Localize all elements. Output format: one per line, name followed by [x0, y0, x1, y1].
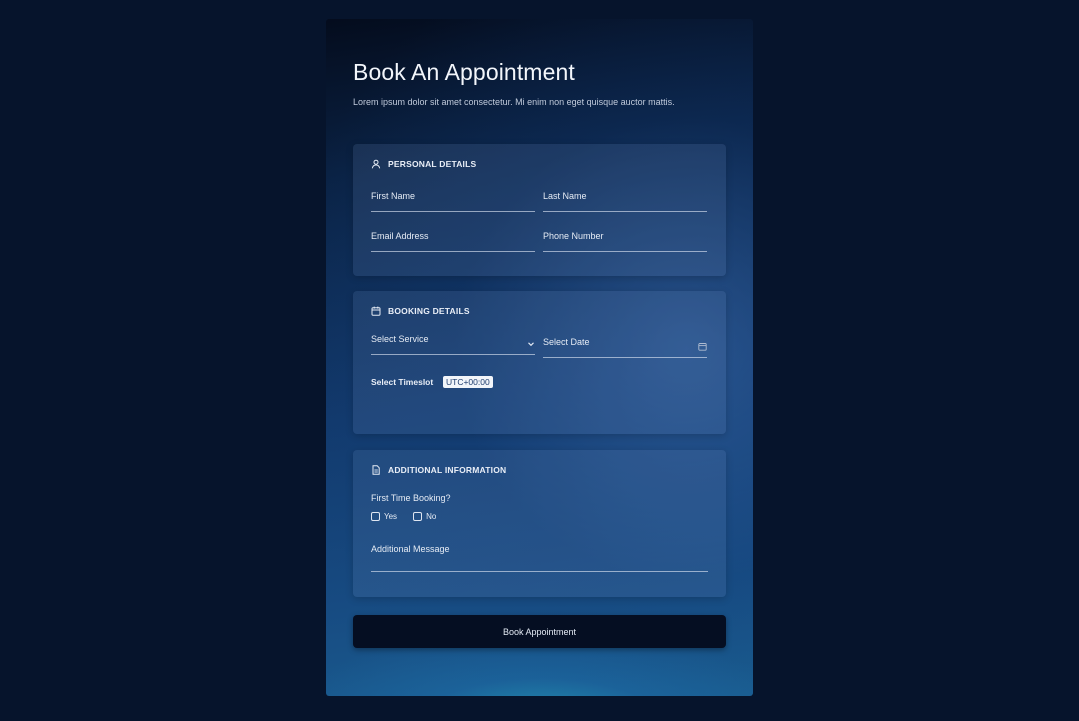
service-select[interactable]: Select Service — [371, 332, 535, 355]
yes-label: Yes — [384, 512, 398, 521]
phone-field[interactable]: Phone Number — [543, 229, 707, 252]
book-appointment-button[interactable]: Book Appointment — [353, 615, 726, 648]
booking-details-heading: BOOKING DETAILS — [388, 306, 470, 316]
first-time-question: First Time Booking? — [371, 493, 451, 503]
additional-information-heading: ADDITIONAL INFORMATION — [388, 465, 507, 475]
no-checkbox[interactable]: No — [413, 512, 436, 521]
personal-details-heading: PERSONAL DETAILS — [388, 159, 477, 169]
appointment-card: Book An Appointment Lorem ipsum dolor si… — [326, 19, 753, 696]
last-name-label: Last Name — [543, 191, 587, 201]
calendar-icon — [371, 306, 381, 316]
date-picker-field[interactable]: Select Date — [543, 335, 707, 358]
booking-details-header: BOOKING DETAILS — [371, 306, 470, 316]
no-label: No — [426, 512, 437, 521]
last-name-field[interactable]: Last Name — [543, 189, 707, 212]
yes-checkbox-box[interactable] — [371, 512, 380, 521]
date-label: Select Date — [543, 337, 590, 347]
page: Book An Appointment Lorem ipsum dolor si… — [0, 0, 1079, 721]
personal-details-header: PERSONAL DETAILS — [371, 159, 476, 169]
service-label: Select Service — [371, 334, 429, 344]
booking-details-section: BOOKING DETAILS Select Service Select Da… — [353, 291, 726, 434]
form-title: Book An Appointment — [353, 59, 575, 85]
timezone-badge: UTC+00:00 — [443, 376, 493, 388]
email-label: Email Address — [371, 231, 429, 241]
first-time-options: Yes No — [371, 512, 436, 521]
phone-label: Phone Number — [543, 231, 604, 241]
yes-checkbox[interactable]: Yes — [371, 512, 397, 521]
calendar-small-icon — [698, 338, 707, 356]
chevron-down-icon — [527, 335, 535, 353]
timeslot-label: Select Timeslot — [371, 377, 434, 387]
first-name-label: First Name — [371, 191, 416, 201]
first-name-field[interactable]: First Name — [371, 189, 535, 212]
personal-details-section: PERSONAL DETAILS First Name Last Name Em… — [353, 144, 726, 276]
email-field[interactable]: Email Address — [371, 229, 535, 252]
document-icon — [371, 465, 381, 475]
no-checkbox-box[interactable] — [413, 512, 423, 521]
form-subtitle: Lorem ipsum dolor sit amet consectetur. … — [353, 97, 675, 107]
user-icon — [371, 159, 381, 169]
additional-message-field[interactable]: Additional Message — [371, 542, 708, 572]
additional-information-section: ADDITIONAL INFORMATION First Time Bookin… — [353, 450, 726, 597]
additional-information-header: ADDITIONAL INFORMATION — [371, 465, 506, 475]
additional-message-label: Additional Message — [371, 544, 450, 554]
